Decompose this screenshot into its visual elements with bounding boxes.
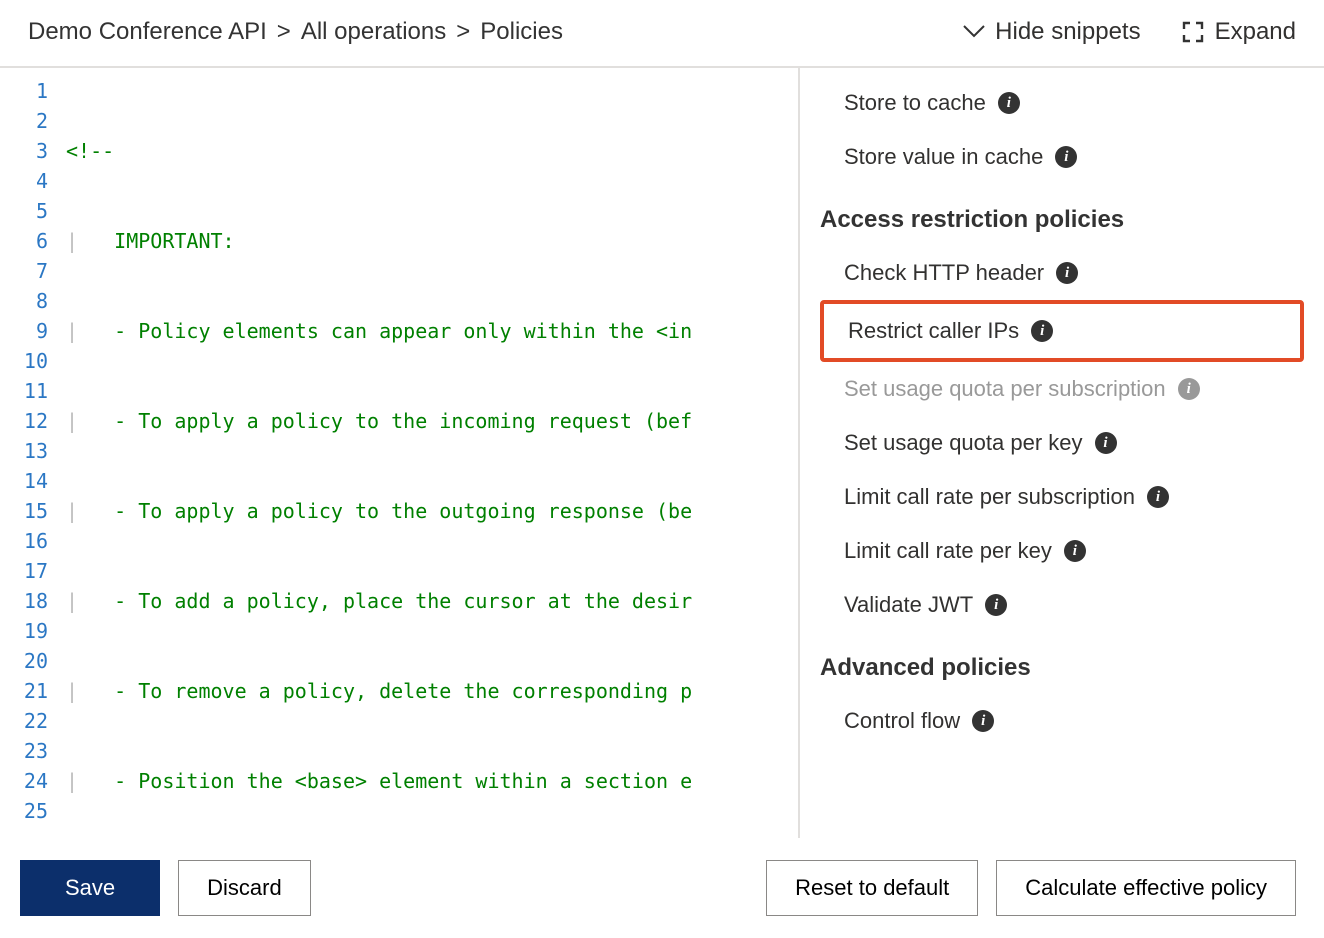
snippet-item-label: Store to cache [844,90,986,116]
expand-icon [1181,20,1205,44]
snippet-item[interactable]: Store to cache i [820,76,1304,130]
snippet-item-label: Limit call rate per subscription [844,484,1135,510]
info-icon[interactable]: i [998,92,1020,114]
snippet-item-label: Validate JWT [844,592,973,618]
line-number: 22 [0,706,48,736]
breadcrumb-root[interactable]: Demo Conference API [28,18,267,46]
snippet-group-advanced: Advanced policies [820,632,1304,694]
snippet-item-label: Restrict caller IPs [848,318,1019,344]
info-icon[interactable]: i [1064,540,1086,562]
line-number: 6 [0,226,48,256]
line-number: 8 [0,286,48,316]
discard-button[interactable]: Discard [178,860,311,916]
expand-button[interactable]: Expand [1181,18,1296,46]
breadcrumb-separator: > [277,18,291,46]
hide-snippets-button[interactable]: Hide snippets [963,18,1140,46]
snippet-item[interactable]: Check HTTP header i [820,246,1304,300]
info-icon[interactable]: i [1055,146,1077,168]
line-number: 4 [0,166,48,196]
snippet-item-label: Control flow [844,708,960,734]
save-button[interactable]: Save [20,860,160,916]
snippets-panel: Store to cache i Store value in cache i Acc… [800,68,1324,838]
snippet-item-label: Set usage quota per subscription [844,376,1166,402]
snippet-item[interactable]: Store value in cache i [820,130,1304,184]
line-number: 15 [0,496,48,526]
snippet-item[interactable]: Restrict caller IPs i [820,300,1304,362]
line-number: 7 [0,256,48,286]
line-number: 17 [0,556,48,586]
hide-snippets-label: Hide snippets [995,18,1140,46]
snippet-item-label: Limit call rate per key [844,538,1052,564]
line-number: 10 [0,346,48,376]
info-icon[interactable]: i [1056,262,1078,284]
code-area[interactable]: <!-- | IMPORTANT: | - Policy elements ca… [66,68,798,838]
line-number: 19 [0,616,48,646]
line-number: 14 [0,466,48,496]
info-icon[interactable]: i [1031,320,1053,342]
snippet-item[interactable]: Limit call rate per subscription i [820,470,1304,524]
line-number: 25 [0,796,48,826]
snippet-item[interactable]: Set usage quota per key i [820,416,1304,470]
snippet-item-label: Check HTTP header [844,260,1044,286]
line-number: 13 [0,436,48,466]
info-icon[interactable]: i [1178,378,1200,400]
snippet-item[interactable]: Control flow i [820,694,1304,748]
line-number: 21 [0,676,48,706]
line-number: 23 [0,736,48,766]
info-icon[interactable]: i [1147,486,1169,508]
snippet-item[interactable]: Validate JWT i [820,578,1304,632]
reset-to-default-button[interactable]: Reset to default [766,860,978,916]
line-number: 5 [0,196,48,226]
breadcrumb: Demo Conference API > All operations > P… [28,18,563,46]
line-number: 11 [0,376,48,406]
line-number: 2 [0,106,48,136]
info-icon[interactable]: i [1095,432,1117,454]
breadcrumb-leaf: Policies [480,18,563,46]
breadcrumb-separator: > [456,18,470,46]
line-number: 20 [0,646,48,676]
info-icon[interactable]: i [972,710,994,732]
line-number: 1 [0,76,48,106]
policy-xml-editor[interactable]: 1234567891011121314151617181920212223242… [0,68,800,838]
snippet-item[interactable]: Limit call rate per key i [820,524,1304,578]
snippet-item-label: Set usage quota per key [844,430,1083,456]
collapse-icon [963,25,985,39]
expand-label: Expand [1215,18,1296,46]
info-icon[interactable]: i [985,594,1007,616]
line-number-gutter: 1234567891011121314151617181920212223242… [0,68,66,838]
line-number: 9 [0,316,48,346]
snippet-item: Set usage quota per subscription i [820,362,1304,416]
snippet-item-label: Store value in cache [844,144,1043,170]
line-number: 12 [0,406,48,436]
line-number: 3 [0,136,48,166]
line-number: 18 [0,586,48,616]
line-number: 24 [0,766,48,796]
calculate-effective-policy-button[interactable]: Calculate effective policy [996,860,1296,916]
line-number: 16 [0,526,48,556]
snippet-group-access-restriction: Access restriction policies [820,184,1304,246]
breadcrumb-mid[interactable]: All operations [301,18,446,46]
